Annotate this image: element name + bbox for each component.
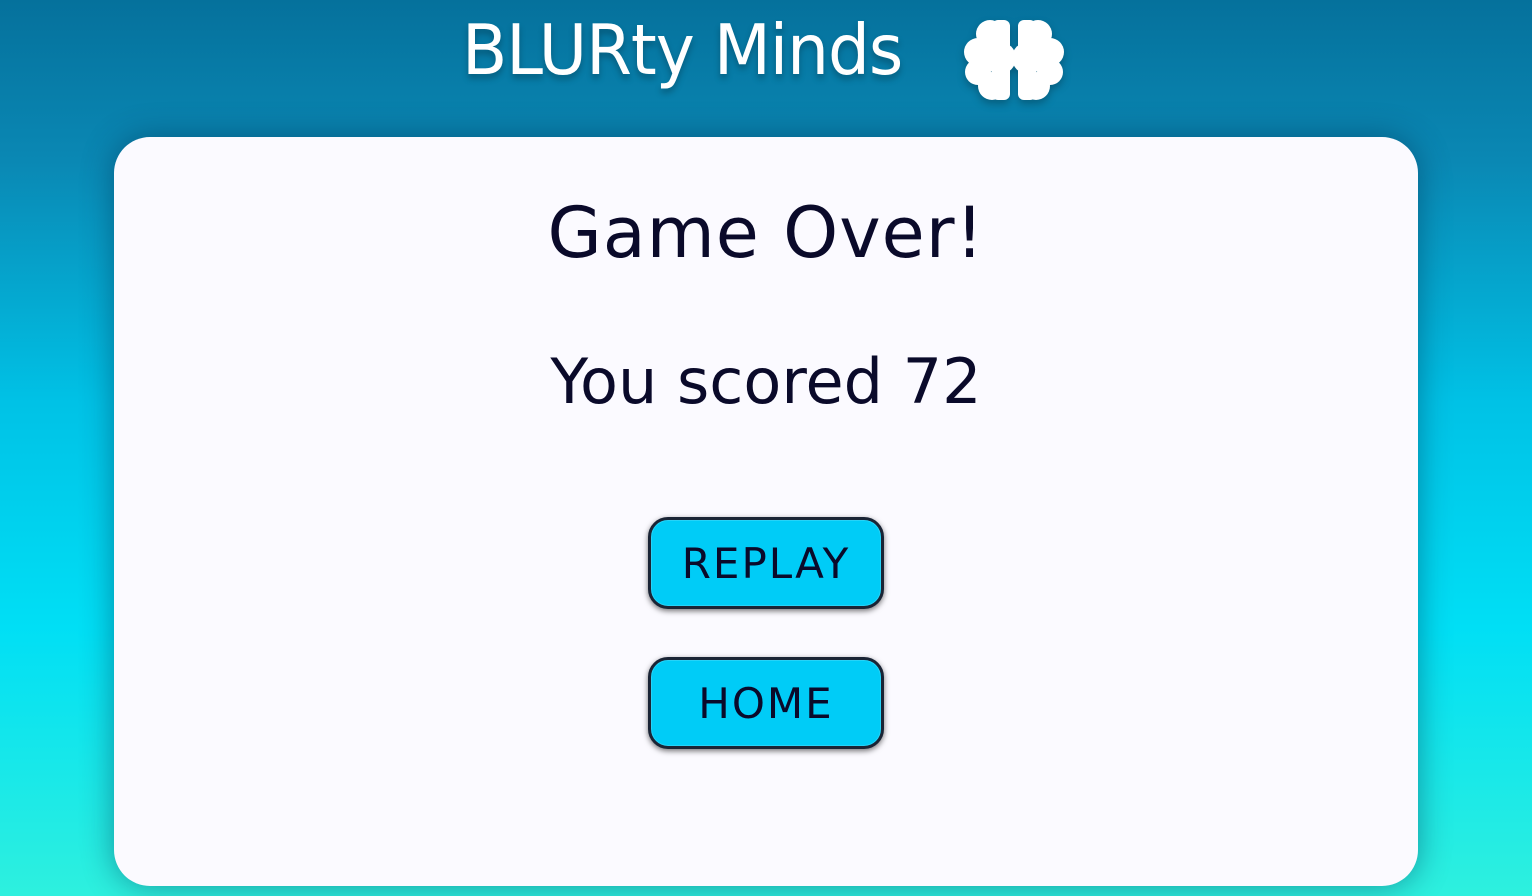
home-button[interactable]: HOME	[648, 657, 884, 749]
brain-icon	[964, 20, 1064, 100]
replay-button[interactable]: REPLAY	[648, 517, 884, 609]
score-value: 72	[902, 345, 982, 418]
score-prefix: You scored	[550, 345, 883, 418]
header: BLURty Minds	[0, 0, 1532, 130]
game-over-heading: Game Over!	[547, 192, 985, 274]
score-text: You scored 72	[0, 342, 1532, 422]
app-title: BLURty Minds	[462, 10, 903, 91]
